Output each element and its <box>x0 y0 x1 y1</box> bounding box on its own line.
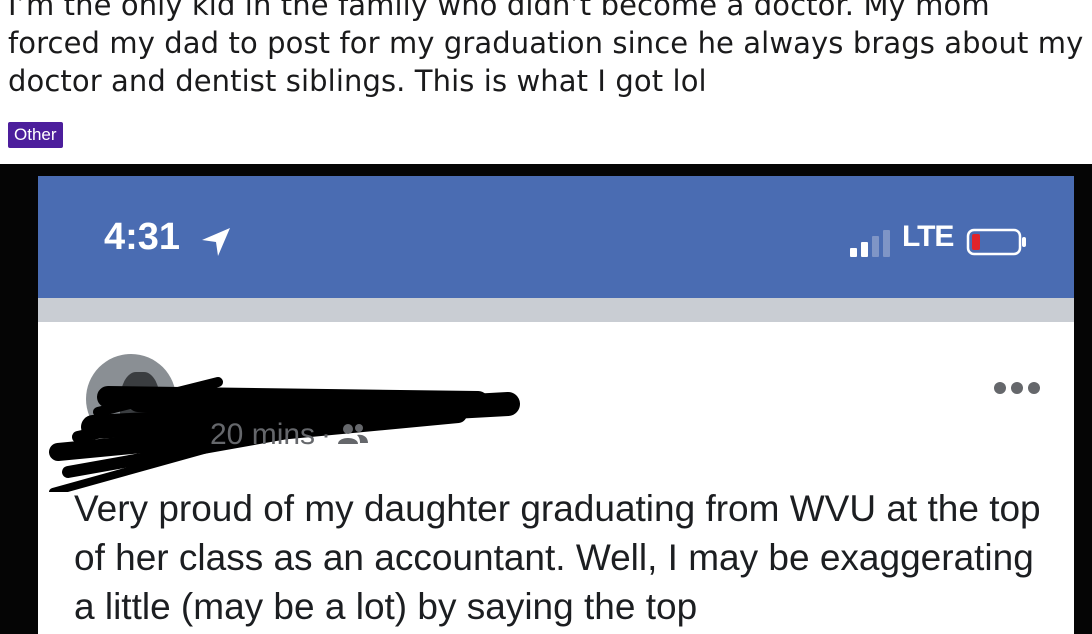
battery-low-icon <box>966 228 1026 256</box>
post-meta: 20 mins · <box>210 418 369 452</box>
phone-screenshot: 4:31 LTE 20 mins · Very proud of my daug… <box>38 176 1074 634</box>
meta-separator: · <box>321 418 332 451</box>
network-type: LTE <box>902 220 954 253</box>
post-image[interactable]: 4:31 LTE 20 mins · Very proud of my daug… <box>0 164 1092 634</box>
friends-icon[interactable] <box>337 422 369 446</box>
signal-icon <box>850 230 890 257</box>
post-flair[interactable]: Other <box>8 122 63 148</box>
post-title[interactable]: I’m the only kid in the family who didn’… <box>8 0 1088 100</box>
facebook-post: 20 mins · Very proud of my daughter gradu… <box>38 322 1074 634</box>
more-options-icon[interactable] <box>992 380 1042 396</box>
redaction-scribble <box>49 377 520 492</box>
location-arrow-icon <box>202 228 230 256</box>
feed-separator <box>38 298 1074 322</box>
status-time: 4:31 <box>104 216 181 258</box>
post-timestamp[interactable]: 20 mins <box>210 418 315 451</box>
status-bar: 4:31 LTE <box>38 176 1074 298</box>
post-body-text: Very proud of my daughter graduating fro… <box>74 488 1041 627</box>
reddit-post-header: I’m the only kid in the family who didn’… <box>0 0 1092 164</box>
